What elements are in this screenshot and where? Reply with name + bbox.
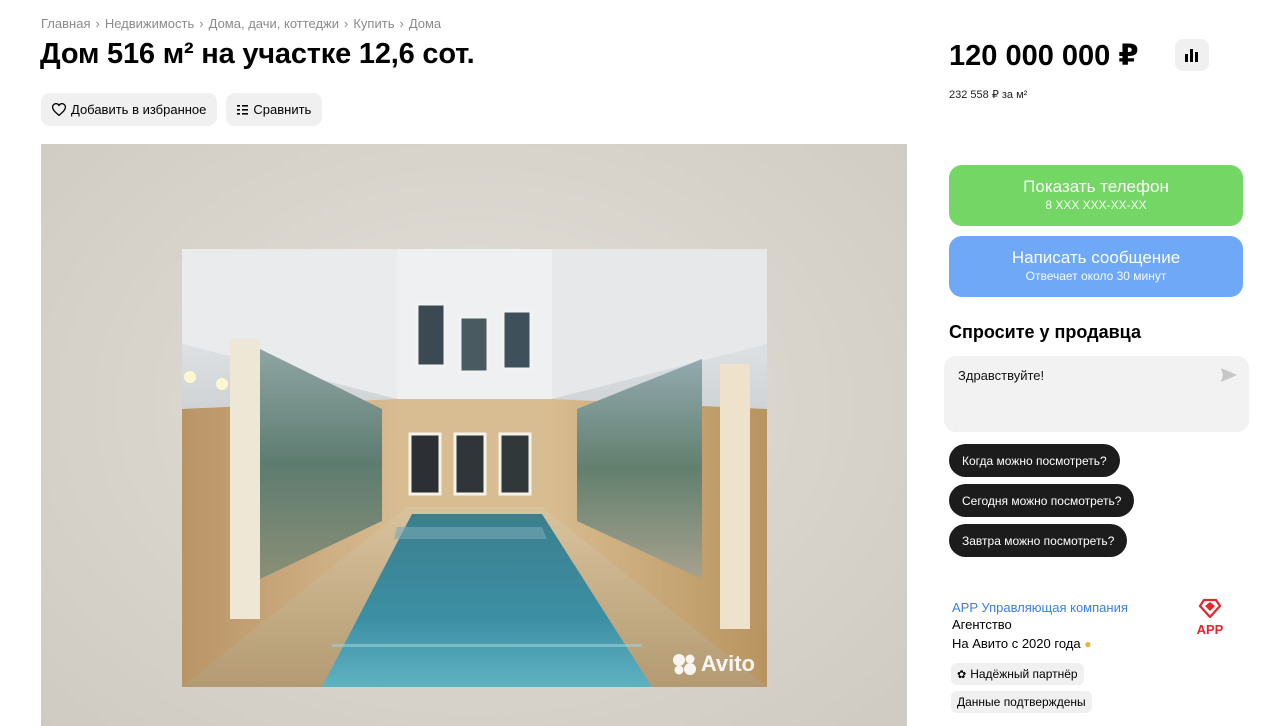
price: 120 000 000 ₽ <box>949 40 1139 72</box>
pool-room-image <box>182 249 767 687</box>
breadcrumb-separator: › <box>399 16 404 31</box>
breadcrumb-item-buy[interactable]: Купить <box>353 16 394 31</box>
avito-logo-icon <box>672 654 696 675</box>
quick-question-tomorrow[interactable]: Завтра можно посмотреть? <box>949 524 1128 557</box>
breadcrumb-separator: › <box>344 16 349 31</box>
seller-type: Агентство <box>952 617 1012 632</box>
seller-logo[interactable]: APP <box>1196 598 1224 637</box>
seller-since: На Авито с 2020 года ● <box>952 636 1091 651</box>
seller-logo-text: APP <box>1196 622 1224 637</box>
badge-data-verified-label: Данные подтверждены <box>957 695 1086 709</box>
compare-label: Сравнить <box>253 102 312 117</box>
main-photo[interactable]: Avito <box>182 249 767 687</box>
badge-data-verified: Данные подтверждены <box>951 691 1092 713</box>
quick-question-when[interactable]: Когда можно посмотреть? <box>949 444 1120 477</box>
ask-seller-input-text: Здравствуйте! <box>958 368 1045 383</box>
breadcrumb-separator: › <box>95 16 100 31</box>
price-history-button[interactable] <box>1175 39 1209 71</box>
show-phone-label: Показать телефон <box>1023 177 1169 196</box>
breadcrumb-item-houses[interactable]: Дома <box>409 16 441 31</box>
add-to-favorites-label: Добавить в избранное <box>71 102 207 117</box>
breadcrumb-separator: › <box>199 16 204 31</box>
write-message-button[interactable]: Написать сообщение Отвечает около 30 мин… <box>949 236 1243 297</box>
ask-seller-input[interactable]: Здравствуйте! <box>944 356 1249 432</box>
heart-icon <box>52 103 66 116</box>
write-message-label: Написать сообщение <box>1011 248 1181 267</box>
breadcrumb-item-houses-dachas[interactable]: Дома, дачи, коттеджи <box>209 16 339 31</box>
show-phone-button[interactable]: Показать телефон 8 XXX XXX-XX-XX <box>949 165 1243 226</box>
listing-actions: Добавить в избранное Сравнить <box>41 93 323 126</box>
quick-question-today[interactable]: Сегодня можно посмотреть? <box>949 484 1135 517</box>
medal-icon: ● <box>1084 637 1092 651</box>
seller-name-link[interactable]: APP Управляющая компания <box>952 600 1128 615</box>
compare-icon <box>237 105 249 115</box>
breadcrumb-item-home[interactable]: Главная <box>41 16 90 31</box>
avito-watermark: Avito <box>672 651 755 677</box>
compare-button[interactable]: Сравнить <box>226 93 323 126</box>
page-title: Дом 516 м² на участке 12,6 сот. <box>40 38 475 70</box>
response-time: Отвечает около 30 минут <box>1025 269 1167 283</box>
breadcrumb: Главная › Недвижимость › Дома, дачи, кот… <box>41 16 441 31</box>
avito-watermark-text: Avito <box>700 651 755 676</box>
badge-reliable-partner-label: Надёжный партнёр <box>970 667 1078 681</box>
send-icon <box>1221 368 1237 382</box>
breadcrumb-item-realty[interactable]: Недвижимость <box>105 16 194 31</box>
seller-logo-icon <box>1198 598 1222 619</box>
ask-seller-title: Спросите у продавца <box>949 322 1141 342</box>
bar-chart-icon <box>1185 48 1198 62</box>
photo-gallery[interactable]: Avito <box>41 144 907 726</box>
partner-icon: ✿ <box>957 668 967 681</box>
add-to-favorites-button[interactable]: Добавить в избранное <box>41 93 218 126</box>
badge-reliable-partner: ✿ Надёжный партнёр <box>951 663 1084 685</box>
price-per-m2: 232 558 ₽ за м² <box>949 89 1028 101</box>
seller-since-text: На Авито с 2020 года <box>952 636 1081 651</box>
send-button[interactable] <box>1221 368 1237 385</box>
phone-mask: 8 XXX XXX-XX-XX <box>1045 198 1147 212</box>
